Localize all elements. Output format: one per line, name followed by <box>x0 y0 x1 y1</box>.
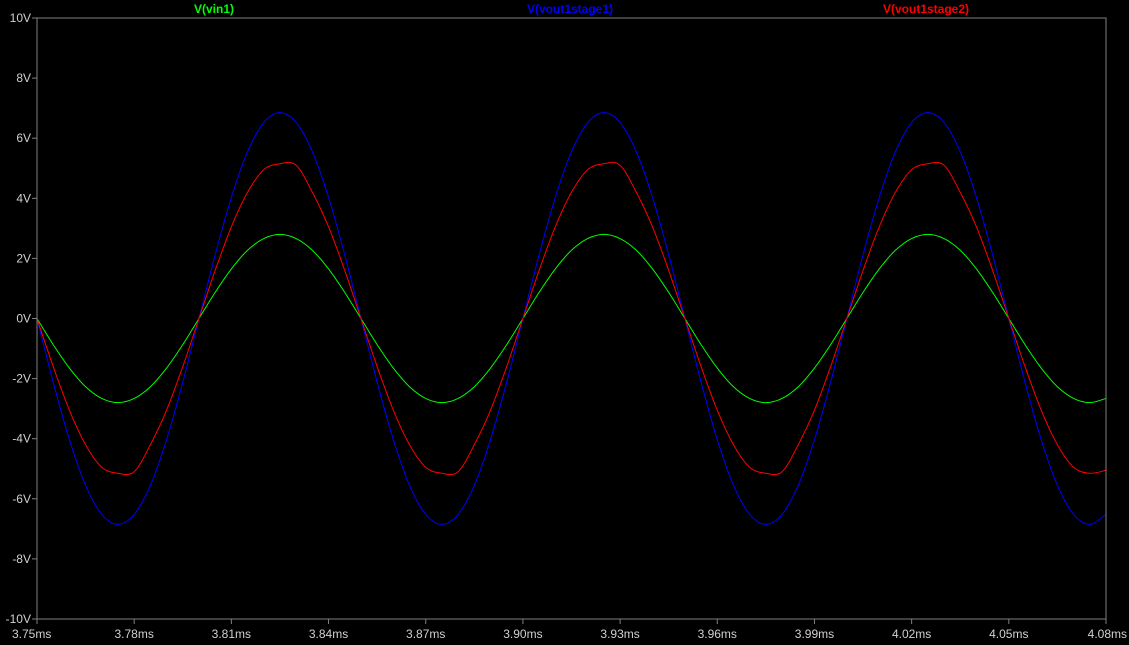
x-tick-label: 4.02ms <box>892 627 931 641</box>
y-tick-label: -6V <box>12 492 31 506</box>
waveform-plot[interactable]: 10V 8V 6V 4V 2V 0V -2V -4V -6V -8V -10V 3.75ms 3.78… <box>0 0 1129 645</box>
y-tick-label: 8V <box>16 71 31 85</box>
x-tick-label: 3.96ms <box>698 627 737 641</box>
legend-vin1[interactable]: V(vin1) <box>194 2 234 16</box>
x-tick-label: 3.81ms <box>212 627 251 641</box>
x-tick-label: 3.87ms <box>406 627 445 641</box>
y-tick-label: 2V <box>16 251 31 265</box>
x-tick-label: 3.93ms <box>600 627 639 641</box>
x-tick-label: 3.78ms <box>115 627 154 641</box>
x-tick-label: 3.84ms <box>309 627 348 641</box>
y-tick-label: 6V <box>16 131 31 145</box>
plot-background <box>0 0 1129 645</box>
y-tick-label: -10V <box>6 612 31 626</box>
legend-vout1stage2[interactable]: V(vout1stage2) <box>883 2 969 16</box>
x-tick-label: 4.05ms <box>989 627 1028 641</box>
y-tick-label: -8V <box>12 552 31 566</box>
x-tick-label: 3.90ms <box>503 627 542 641</box>
y-tick-label: -2V <box>12 372 31 386</box>
legend-vout1stage1[interactable]: V(vout1stage1) <box>527 2 613 16</box>
x-tick-label: 3.99ms <box>795 627 834 641</box>
x-tick-label: 3.75ms <box>12 627 51 641</box>
y-tick-label: -4V <box>12 432 31 446</box>
y-tick-label: 4V <box>16 191 31 205</box>
x-tick-label: 4.08ms <box>1088 627 1127 641</box>
y-tick-label: 10V <box>10 11 31 25</box>
y-tick-label: 0V <box>16 312 31 326</box>
